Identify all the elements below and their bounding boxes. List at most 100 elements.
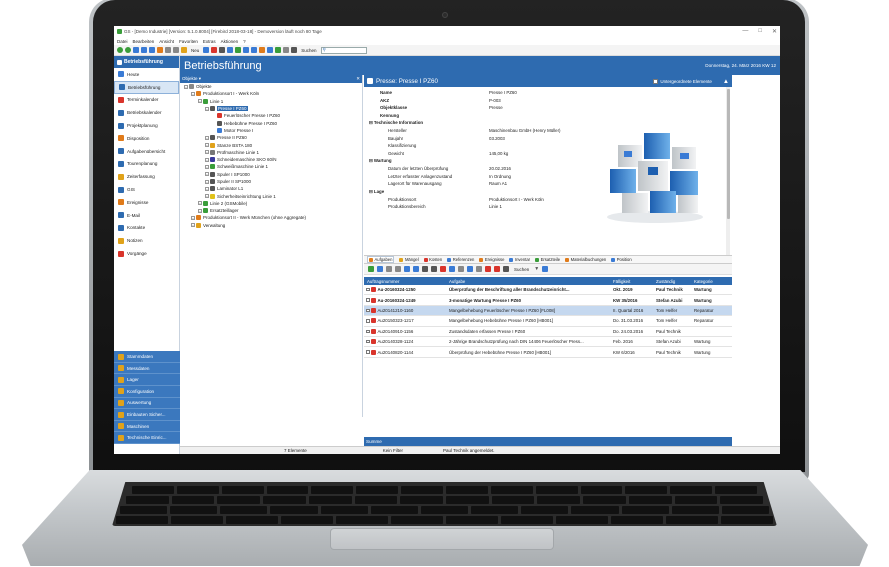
maximize-button[interactable]: □ [758, 28, 762, 35]
row-checkbox[interactable] [366, 287, 370, 292]
export-small-icon[interactable] [449, 266, 455, 272]
expand-toggle-icon[interactable]: − [205, 157, 209, 162]
sidebar-section[interactable]: Maschinen [114, 420, 180, 433]
sidebar-item[interactable]: Notizen [114, 234, 179, 247]
task-icon[interactable] [211, 47, 218, 53]
user-edit-icon[interactable] [149, 47, 155, 53]
expand-toggle-icon[interactable]: − [198, 201, 202, 206]
menu-item[interactable]: Favoriten [179, 39, 198, 44]
tab[interactable]: Position [611, 257, 632, 262]
table-row[interactable]: Au-20160324-1249 3-monatige Wartung Press… [364, 295, 732, 306]
expand-toggle-icon[interactable]: − [205, 106, 209, 111]
tab[interactable]: Materialbuchungen [565, 257, 606, 262]
grid-filter-icon[interactable]: ▼ [534, 266, 539, 272]
expand-toggle-icon[interactable]: − [198, 99, 202, 104]
expand-toggle-icon[interactable]: − [191, 91, 195, 96]
tab[interactable]: Ereignisse [479, 257, 504, 262]
grid-icon[interactable] [267, 47, 274, 53]
user-add-icon[interactable] [141, 47, 147, 53]
sidebar-item[interactable]: Betriebsführung [114, 80, 179, 94]
table-icon[interactable] [404, 266, 410, 272]
sidebar-item[interactable]: Ereignisse [114, 196, 179, 209]
row-checkbox[interactable] [366, 319, 370, 323]
sidebar-section[interactable]: Auswertung [114, 397, 180, 410]
view-icon[interactable] [386, 266, 392, 272]
sidebar-item[interactable]: Terminkalender [114, 94, 179, 107]
menu-item[interactable]: Bearbeiten [133, 39, 155, 44]
row-checkbox[interactable] [366, 339, 370, 344]
tree-node[interactable]: − Linie 2 (GSMobile) [180, 200, 362, 207]
pdf-icon[interactable] [485, 266, 491, 272]
sidebar-item[interactable]: Zeiterfassung [114, 170, 179, 183]
table-edit-icon[interactable] [413, 266, 419, 272]
grid-column-header[interactable]: Zuständig [656, 279, 694, 284]
sidebar-section[interactable]: Konfiguration [114, 386, 180, 398]
print-small-icon[interactable] [422, 266, 428, 272]
tree-node[interactable]: − Ersatzteillager [180, 207, 362, 214]
tab[interactable]: Ersatzteile [535, 257, 560, 262]
tree-node[interactable]: − Produktionsort II - Werk München (ohne … [180, 214, 362, 221]
expand-toggle-icon[interactable]: − [191, 215, 195, 220]
property-value[interactable]: Presse [489, 105, 732, 110]
expand-toggle-icon[interactable]: − [205, 164, 209, 169]
sidebar-item[interactable]: Kontakte [114, 222, 179, 235]
menu-item[interactable]: Aktionen [221, 39, 239, 44]
tree-node[interactable]: Motor Presse I [180, 127, 362, 134]
row-checkbox[interactable] [366, 298, 370, 302]
trackpad[interactable] [330, 528, 554, 550]
link-icon[interactable] [476, 266, 482, 272]
sidebar-section[interactable]: Messdaten [114, 362, 180, 375]
property-value[interactable]: Presse I PZ60 [489, 90, 732, 95]
tab[interactable]: Referenzen [447, 257, 474, 262]
text-size-icon[interactable] [283, 47, 290, 53]
minimize-button[interactable]: — [742, 28, 748, 35]
table-row[interactable]: Au20140328-1124 2-Jährige Brandschutzprüf… [364, 337, 732, 348]
property-value[interactable]: P-003 [489, 98, 732, 103]
expand-toggle-icon[interactable]: − [205, 143, 209, 148]
grid-column-header[interactable]: Aufgabe [448, 279, 613, 284]
sidebar-item[interactable]: Betriebskalender [114, 106, 179, 119]
back-icon[interactable] [117, 47, 123, 53]
tab[interactable]: Inventar [509, 257, 530, 262]
collapse-icon[interactable]: ▲ [723, 78, 729, 85]
menu-item[interactable]: ? [243, 39, 246, 44]
sidebar-item[interactable]: Tourenplanung [114, 158, 179, 171]
expand-toggle-icon[interactable]: − [205, 172, 209, 177]
tree-node[interactable]: − Presse II PZ60 [180, 134, 362, 141]
tree-node[interactable]: − Presse I PZ60 [180, 105, 362, 112]
sidebar-item[interactable]: Aufgabenübersicht [114, 145, 179, 158]
tree-node[interactable]: − Objekte [180, 83, 362, 90]
report-icon[interactable] [494, 266, 500, 272]
table-row[interactable]: Au-20160324-1250 Überprüfung der Beschrif… [364, 285, 732, 296]
calendar-icon[interactable] [203, 47, 210, 53]
export-icon[interactable] [227, 47, 234, 53]
accept-icon[interactable] [368, 266, 374, 272]
tree-node[interactable]: − Spuler II SP1000 [180, 178, 362, 185]
tree-node[interactable]: − Laminator L1 [180, 185, 362, 192]
table-row[interactable]: Au20140820-1144 Überprüfung der Hebebühne… [364, 347, 732, 358]
tree-node[interactable]: − Prüfmaschine Linie 1 [180, 149, 362, 156]
search-input[interactable]: ⚲ [320, 46, 367, 54]
new-button[interactable]: Neu [189, 48, 201, 53]
list-icon[interactable] [259, 47, 266, 53]
history-icon[interactable] [173, 47, 179, 53]
expand-toggle-icon[interactable]: − [205, 179, 209, 184]
expand-toggle-icon[interactable] [212, 128, 216, 132]
settings-icon[interactable] [165, 47, 171, 53]
team-icon[interactable] [235, 47, 242, 53]
detail-scroll-thumb[interactable] [726, 89, 730, 219]
print-icon[interactable] [219, 47, 226, 53]
tab[interactable]: Mängel [399, 257, 419, 262]
delete-icon[interactable] [440, 266, 446, 272]
tab[interactable]: Aufgaben [367, 256, 395, 263]
tree-node[interactable]: − Sicherheitseinrichtung Linie 1 [180, 192, 362, 199]
expand-toggle-icon[interactable]: − [205, 135, 209, 140]
preview-icon[interactable] [431, 266, 437, 272]
expand-toggle-icon[interactable]: − [191, 223, 195, 228]
sidebar-item[interactable]: GIS [114, 183, 179, 196]
sidebar-section[interactable]: Einbauten Sicher... [114, 409, 180, 421]
map-icon[interactable] [275, 47, 282, 53]
sidebar-section[interactable]: Stammdaten [114, 351, 180, 363]
new-icon[interactable] [181, 47, 187, 53]
refresh-icon[interactable] [157, 47, 163, 53]
